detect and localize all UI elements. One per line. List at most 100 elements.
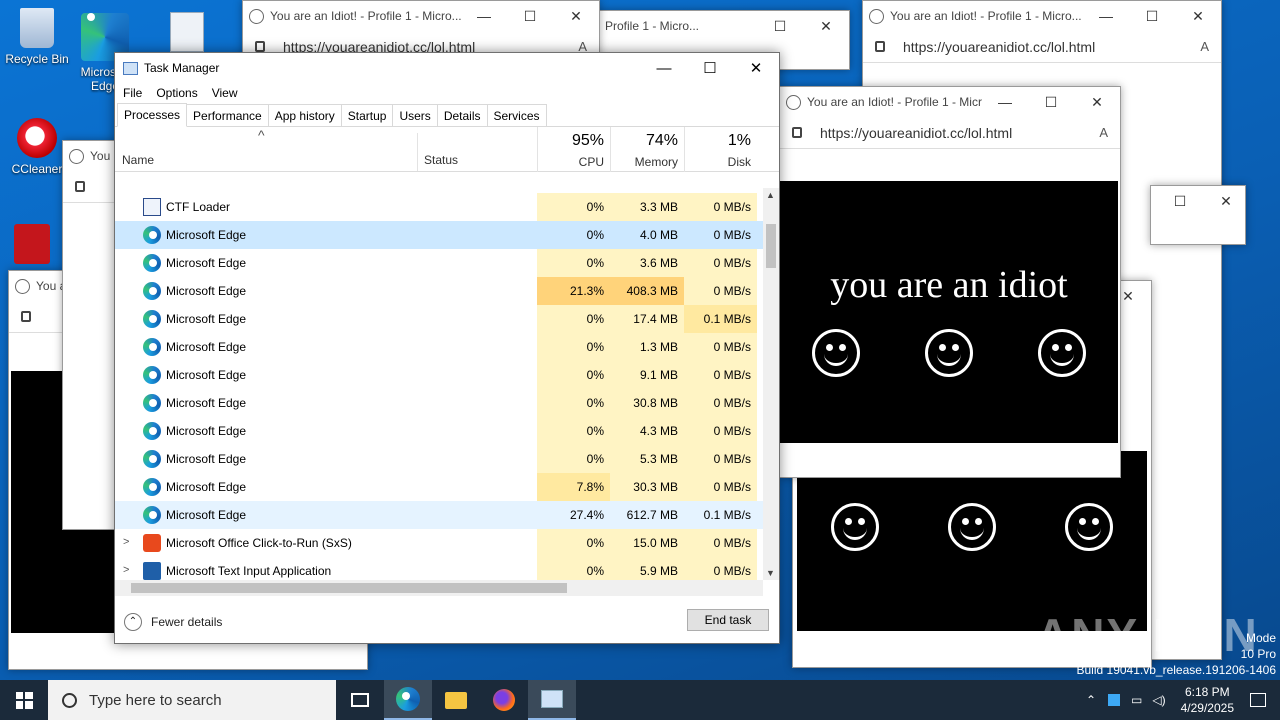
recycle-bin-label: Recycle Bin <box>5 52 69 66</box>
recycle-bin-shortcut[interactable]: Recycle Bin <box>0 8 74 66</box>
close-button[interactable]: ✕ <box>1074 94 1120 111</box>
cpu-label: CPU <box>578 155 604 169</box>
maximize-button[interactable]: ☐ <box>1129 8 1175 25</box>
expand-chevron-icon[interactable]: > <box>123 536 129 548</box>
close-button[interactable]: ✕ <box>733 59 779 77</box>
menu-file[interactable]: File <box>123 86 142 100</box>
process-row[interactable]: CTF Loader 0% 3.3 MB 0 MB/s <box>115 193 763 221</box>
tab-users[interactable]: Users <box>392 104 438 126</box>
process-row[interactable]: Microsoft Edge 0% 30.8 MB 0 MB/s <box>115 389 763 417</box>
maximize-button[interactable]: ☐ <box>757 18 803 35</box>
popup-window-front[interactable]: You are an Idiot! - Profile 1 - Micro...… <box>779 86 1121 478</box>
menu-bar: File Options View <box>115 83 779 103</box>
close-button[interactable]: ✕ <box>1203 193 1245 210</box>
start-button[interactable] <box>0 680 48 720</box>
menu-options[interactable]: Options <box>156 86 197 100</box>
process-row[interactable]: Microsoft Edge 27.4% 612.7 MB 0.1 MB/s <box>115 501 763 529</box>
horizontal-scrollbar[interactable] <box>115 580 763 596</box>
minimize-button[interactable]: — <box>461 8 507 24</box>
end-task-button[interactable]: End task <box>687 609 769 631</box>
idiot-banner: you are an idiot <box>797 430 1147 631</box>
tab-services[interactable]: Services <box>486 104 547 126</box>
read-aloud-icon[interactable]: A <box>1200 39 1209 54</box>
process-row[interactable]: > Microsoft Office Click-to-Run (SxS) 0% 15… <box>115 529 763 557</box>
close-button[interactable]: ✕ <box>553 8 599 25</box>
popup-window-4[interactable]: ☐ ✕ <box>1150 185 1246 245</box>
minimize-button[interactable]: — <box>641 60 687 77</box>
close-button[interactable]: ✕ <box>1175 8 1221 25</box>
process-row[interactable]: Microsoft Edge 0% 4.0 MB 0 MB/s <box>115 221 763 249</box>
scroll-up-icon[interactable]: ▲ <box>766 190 775 200</box>
memory-label: Memory <box>634 155 678 169</box>
fewer-details-label: Fewer details <box>151 615 223 629</box>
tray-app-icon[interactable] <box>1108 694 1121 706</box>
tab-details[interactable]: Details <box>436 104 488 126</box>
ccleaner-label: CCleaner <box>11 162 63 176</box>
window-title: Task Manager <box>144 61 220 75</box>
tab-app-history[interactable]: App history <box>267 104 342 126</box>
url-bar[interactable]: https://youareanidiot.cc/lol.html <box>903 39 1200 55</box>
scroll-down-icon[interactable]: ▼ <box>766 568 775 578</box>
cpu-value: 21.3% <box>537 277 610 305</box>
minimize-button[interactable]: — <box>982 94 1028 110</box>
maximize-button[interactable]: ☐ <box>507 8 553 25</box>
edge-icon <box>143 422 161 440</box>
process-row[interactable]: Microsoft Edge 7.8% 30.3 MB 0 MB/s <box>115 473 763 501</box>
column-cpu[interactable]: 95% CPU <box>537 127 610 172</box>
maximize-button[interactable]: ☐ <box>687 59 733 77</box>
ctf-loader-icon <box>143 198 161 216</box>
column-status[interactable]: Status <box>424 153 458 167</box>
fewer-details-button[interactable]: ⌃ Fewer details <box>124 613 222 631</box>
taskbar-edge[interactable] <box>384 680 432 720</box>
taskbar-firefox[interactable] <box>480 680 528 720</box>
taskbar-task-manager[interactable] <box>528 680 576 720</box>
search-box[interactable]: Type here to search <box>48 680 336 720</box>
task-manager-window[interactable]: Task Manager — ☐ ✕ File Options View Pro… <box>114 52 780 644</box>
volume-icon[interactable]: ◁) <box>1147 693 1170 707</box>
menu-view[interactable]: View <box>212 86 238 100</box>
clock[interactable]: 6:18 PM 4/29/2025 <box>1171 684 1244 716</box>
process-row[interactable]: Microsoft Edge 21.3% 408.3 MB 0 MB/s <box>115 277 763 305</box>
clock-time: 6:18 PM <box>1184 685 1230 699</box>
maximize-button[interactable]: ☐ <box>1157 193 1203 210</box>
process-row[interactable]: Microsoft Edge 0% 9.1 MB 0 MB/s <box>115 361 763 389</box>
maximize-button[interactable]: ☐ <box>1028 94 1074 111</box>
column-memory[interactable]: 74% Memory <box>610 127 684 172</box>
url-bar[interactable]: https://youareanidiot.cc/lol.html <box>820 125 1099 141</box>
tab-performance[interactable]: Performance <box>186 104 269 126</box>
close-button[interactable]: ✕ <box>803 18 849 35</box>
expand-chevron-icon[interactable]: > <box>123 564 129 576</box>
scroll-thumb[interactable] <box>131 583 567 593</box>
process-name: Microsoft Edge <box>166 284 247 298</box>
cpu-value: 0% <box>537 445 610 473</box>
column-disk[interactable]: 1% Disk <box>684 127 757 172</box>
memory-total: 74% <box>645 132 678 149</box>
read-aloud-icon[interactable]: A <box>1099 125 1108 140</box>
process-name: Microsoft Edge <box>166 312 247 326</box>
tab-startup[interactable]: Startup <box>340 104 394 126</box>
show-hidden-icons[interactable]: ⌃ <box>1080 693 1102 707</box>
network-icon[interactable]: ▭ <box>1126 693 1147 707</box>
acrobat-icon[interactable] <box>14 224 50 264</box>
notifications-icon[interactable] <box>1250 693 1266 707</box>
vertical-scrollbar[interactable]: ▲ ▼ <box>763 188 779 580</box>
disk-value: 0 MB/s <box>684 193 757 221</box>
disk-value: 0.1 MB/s <box>684 305 757 333</box>
column-name[interactable]: Name <box>122 153 154 167</box>
process-row[interactable]: Microsoft Edge 0% 4.3 MB 0 MB/s <box>115 417 763 445</box>
task-view-button[interactable] <box>336 680 384 720</box>
process-row[interactable]: Microsoft Edge 0% 1.3 MB 0 MB/s <box>115 333 763 361</box>
system-tray: ⌃ ▭ ◁) 6:18 PM 4/29/2025 <box>1080 684 1280 716</box>
photo-viewer-icon[interactable] <box>170 12 204 52</box>
taskbar-file-explorer[interactable] <box>432 680 480 720</box>
process-row[interactable]: Microsoft Edge 0% 3.6 MB 0 MB/s <box>115 249 763 277</box>
process-row[interactable]: Microsoft Edge 0% 5.3 MB 0 MB/s <box>115 445 763 473</box>
popup-title: You are an Idiot! - Profile 1 - Micro... <box>890 9 1082 23</box>
idiot-banner: you are an idiot <box>780 181 1118 443</box>
tab-processes[interactable]: Processes <box>117 103 188 127</box>
scroll-thumb[interactable] <box>766 224 776 268</box>
disk-value: 0 MB/s <box>684 389 757 417</box>
process-row[interactable]: > Microsoft Text Input Application 0% 5.9 M… <box>115 557 763 580</box>
minimize-button[interactable]: — <box>1083 8 1129 24</box>
process-row[interactable]: Microsoft Edge 0% 17.4 MB 0.1 MB/s <box>115 305 763 333</box>
